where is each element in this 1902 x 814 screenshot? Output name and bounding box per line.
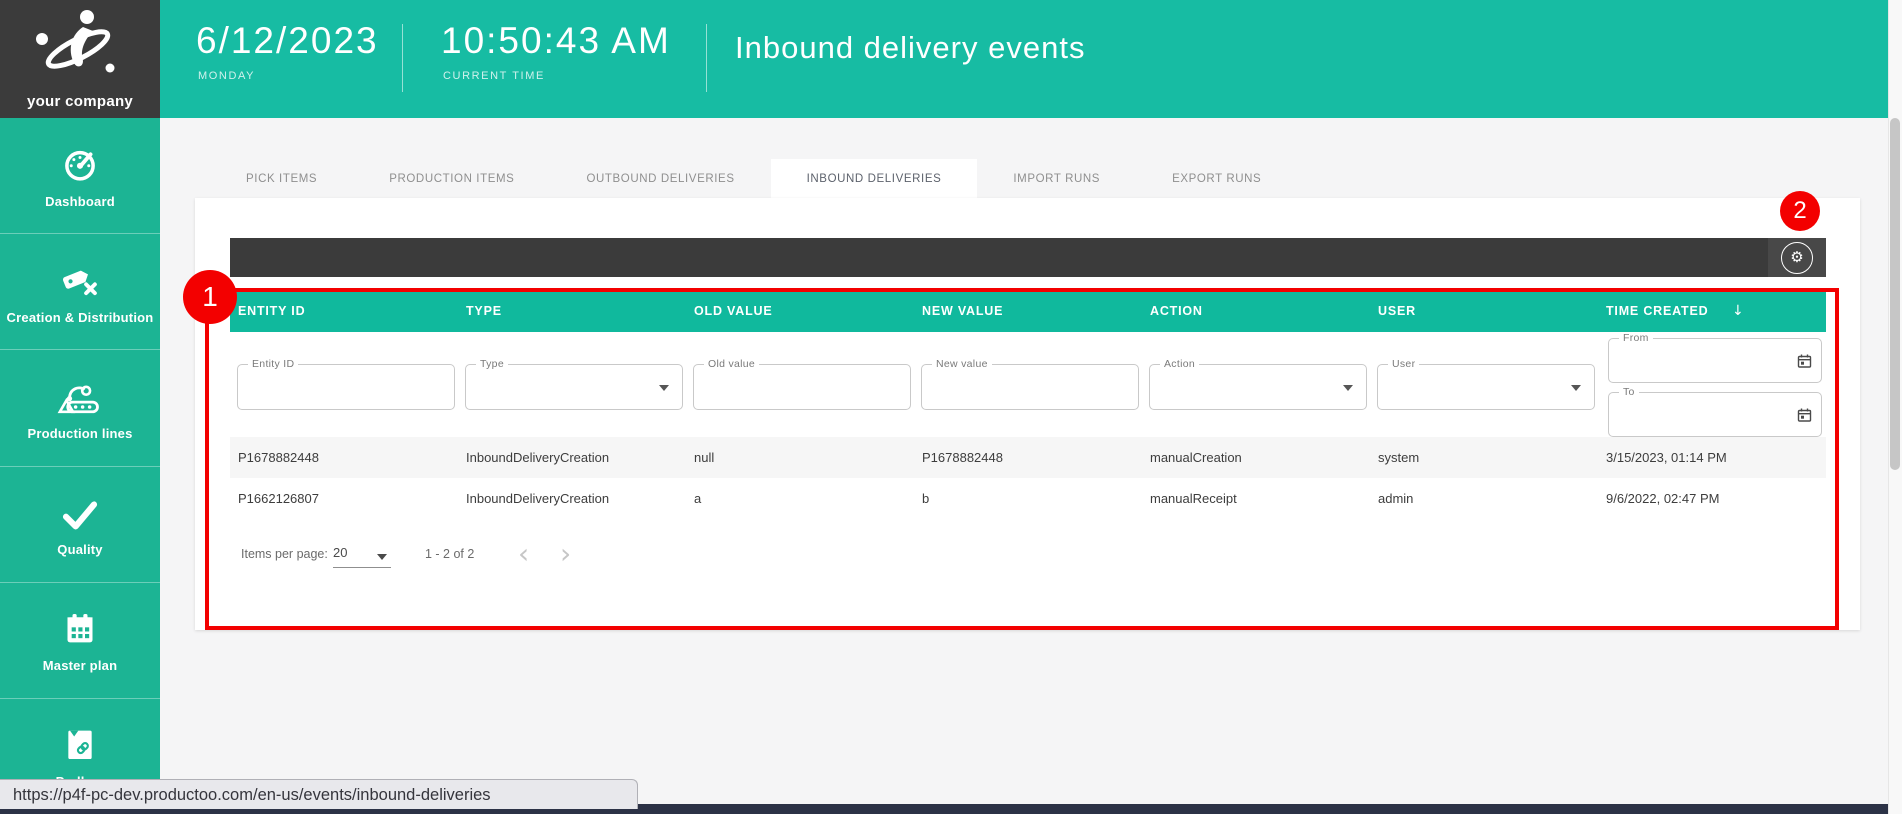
chevron-down-icon [659, 385, 669, 391]
tag-remove-icon [58, 259, 102, 301]
table-row[interactable]: P1662126807 InboundDeliveryCreation a b manu… [230, 478, 1826, 519]
filter-entity-id-input[interactable]: Entity ID [237, 364, 455, 410]
header-divider [402, 24, 403, 92]
current-time: 10:50:43 AM [441, 20, 671, 62]
status-bar-url: https://p4f-pc-dev.productoo.com/en-us/e… [0, 779, 638, 809]
column-header-time-created[interactable]: TIME CREATED [1606, 290, 1708, 332]
column-header-old-value[interactable]: OLD VALUE [694, 290, 773, 332]
sidebar-item-label: Creation & Distribution [7, 310, 154, 325]
filter-label: Entity ID [248, 358, 298, 370]
filter-from-input[interactable]: From [1608, 338, 1822, 383]
current-date: 6/12/2023 [196, 20, 379, 62]
cell-type: InboundDeliveryCreation [466, 437, 609, 478]
cell-action: manualCreation [1150, 437, 1242, 478]
current-time-label: CURRENT TIME [443, 70, 545, 82]
sidebar-item-dashboard[interactable]: Dashboard [0, 118, 160, 233]
header-divider [706, 24, 707, 92]
filter-label: From [1619, 332, 1653, 344]
app-window: 6/12/2023 MONDAY 10:50:43 AM CURRENT TIM… [0, 0, 1902, 814]
calendar-icon [60, 607, 100, 649]
cell-action: manualReceipt [1150, 478, 1237, 519]
checkmark-icon [59, 491, 101, 533]
tab-pick-items[interactable]: PICK ITEMS [210, 159, 353, 198]
podbox-icon [60, 723, 100, 765]
gear-icon: ⚙ [1781, 242, 1813, 274]
items-per-page-label: Items per page: [241, 547, 328, 561]
filter-label: User [1388, 358, 1419, 370]
paginator-range: 1 - 2 of 2 [425, 547, 474, 561]
page-title: Inbound delivery events [735, 30, 1085, 66]
chevron-down-icon [1571, 385, 1581, 391]
cell-old_value: a [694, 478, 701, 519]
cell-entity_id: P1662126807 [238, 478, 319, 519]
scrollbar-thumb[interactable] [1890, 118, 1900, 470]
cell-entity_id: P1678882448 [238, 437, 319, 478]
filter-label: To [1619, 386, 1639, 398]
cell-user: admin [1378, 478, 1413, 519]
tab-outbound-deliveries[interactable]: OUTBOUND DELIVERIES [550, 159, 770, 198]
cell-time_created: 3/15/2023, 01:14 PM [1606, 437, 1727, 478]
calendar-picker-icon[interactable] [1797, 353, 1812, 368]
filter-action-select[interactable]: Action [1149, 364, 1367, 410]
column-header-new-value[interactable]: NEW VALUE [922, 290, 1003, 332]
filter-label: New value [932, 358, 992, 370]
sidebar-nav: Dashboard Creation & Distribution Producti… [0, 118, 160, 814]
sidebar-item-quality[interactable]: Quality [0, 466, 160, 582]
tab-bar: PICK ITEMSPRODUCTION ITEMSOUTBOUND DELIV… [210, 159, 1297, 198]
previous-page-button[interactable]: ‹ [518, 536, 529, 572]
sidebar-item-label: Dashboard [45, 194, 115, 209]
table-row[interactable]: P1678882448 InboundDeliveryCreation null P1… [230, 437, 1826, 478]
tab-inbound-deliveries[interactable]: INBOUND DELIVERIES [771, 159, 978, 198]
cell-time_created: 9/6/2022, 02:47 PM [1606, 478, 1719, 519]
tab-production-items[interactable]: PRODUCTION ITEMS [353, 159, 550, 198]
sidebar-item-label: Master plan [43, 658, 117, 673]
sort-descending-icon: ↓ [1732, 290, 1745, 332]
filter-type-select[interactable]: Type [465, 364, 683, 410]
table-toolbar: ⚙ [230, 238, 1826, 277]
company-logo-icon [30, 4, 130, 91]
filter-label: Type [476, 358, 508, 370]
gauge-icon [59, 143, 101, 185]
app-header: 6/12/2023 MONDAY 10:50:43 AM CURRENT TIM… [0, 0, 1888, 118]
column-header-action[interactable]: ACTION [1150, 290, 1203, 332]
sidebar-item-label: Quality [57, 542, 102, 557]
cell-new_value: P1678882448 [922, 437, 1003, 478]
cell-type: InboundDeliveryCreation [466, 478, 609, 519]
settings-button[interactable]: ⚙ [1768, 238, 1826, 277]
column-header-type[interactable]: TYPE [466, 290, 502, 332]
current-day-label: MONDAY [198, 70, 255, 82]
table-header-row: ENTITY ID TYPE OLD VALUE NEW VALUE ACTION USE… [230, 290, 1826, 332]
column-header-entity-id[interactable]: ENTITY ID [238, 290, 305, 332]
filter-to-input[interactable]: To [1608, 392, 1822, 437]
filter-label: Old value [704, 358, 759, 370]
chevron-down-icon [1343, 385, 1353, 391]
sidebar-item-label: Production lines [27, 426, 132, 441]
tab-export-runs[interactable]: EXPORT RUNS [1136, 159, 1297, 198]
column-header-user[interactable]: USER [1378, 290, 1416, 332]
filter-user-select[interactable]: User [1377, 364, 1595, 410]
cell-old_value: null [694, 437, 714, 478]
next-page-button[interactable]: › [560, 536, 571, 572]
sidebar-item-creation-distribution[interactable]: Creation & Distribution [0, 233, 160, 349]
filter-old-value-input[interactable]: Old value [693, 364, 911, 410]
sidebar-item-master-plan[interactable]: Master plan [0, 582, 160, 698]
chevron-down-icon [377, 554, 387, 560]
company-logo[interactable]: your company [0, 0, 160, 118]
page-size-select[interactable]: 20 [333, 545, 391, 568]
page-size-value: 20 [333, 545, 347, 560]
tab-import-runs[interactable]: IMPORT RUNS [977, 159, 1136, 198]
cell-user: system [1378, 437, 1419, 478]
filter-new-value-input[interactable]: New value [921, 364, 1139, 410]
calendar-picker-icon[interactable] [1797, 407, 1812, 422]
company-logo-text: your company [27, 93, 133, 110]
production-line-icon [57, 375, 103, 417]
cell-new_value: b [922, 478, 929, 519]
sidebar-item-production-lines[interactable]: Production lines [0, 349, 160, 465]
filter-label: Action [1160, 358, 1199, 370]
